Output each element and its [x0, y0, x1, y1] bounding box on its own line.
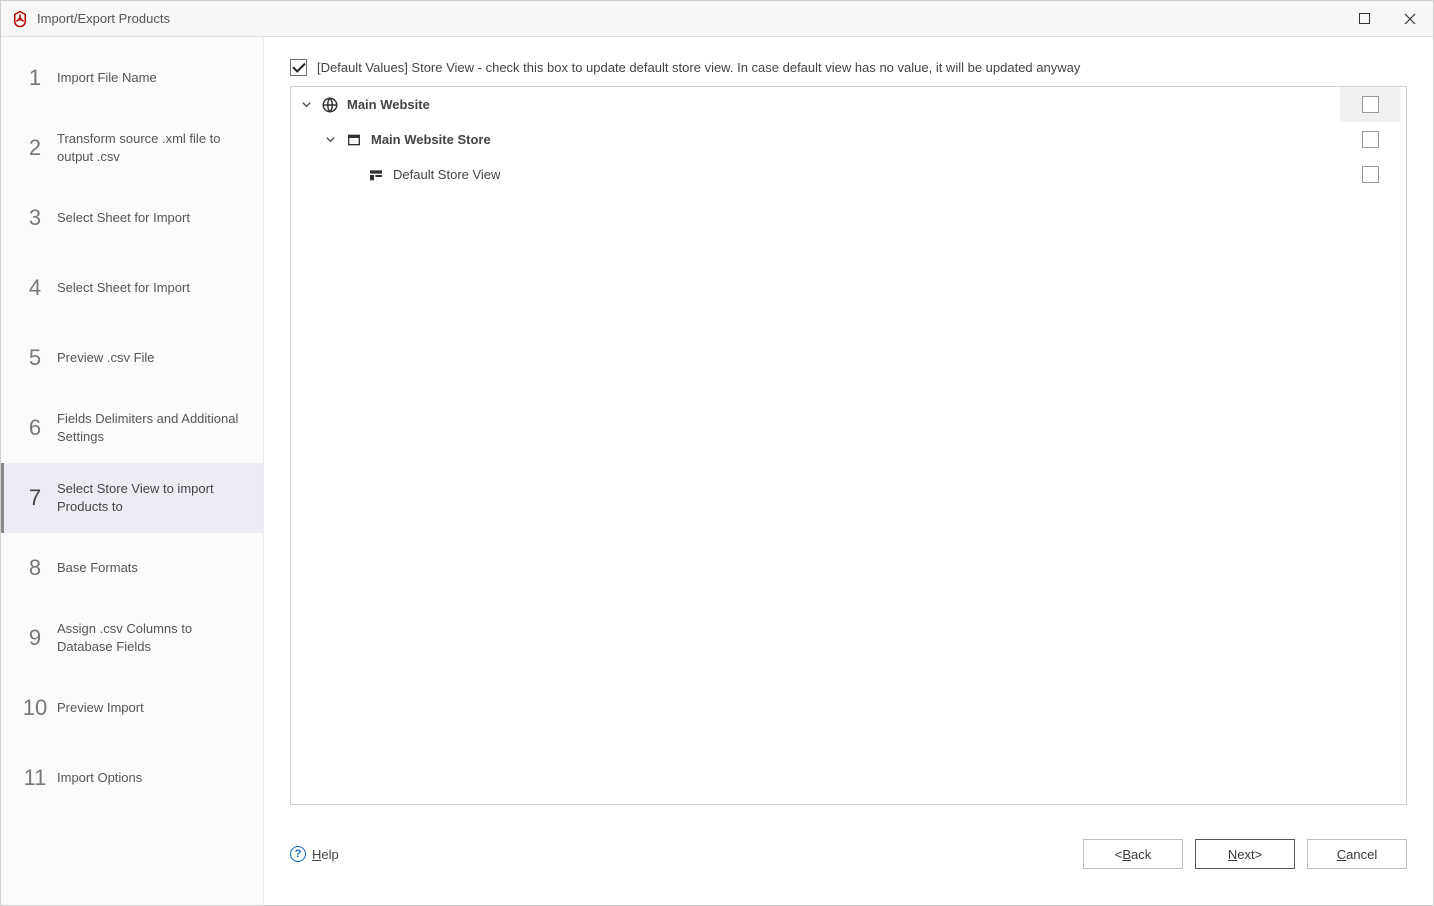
step-number: 4 — [19, 275, 51, 301]
step-number: 10 — [19, 695, 51, 721]
wizard-step-5[interactable]: 5 Preview .csv File — [1, 323, 263, 393]
step-label: Select Sheet for Import — [51, 279, 190, 297]
step-label: Base Formats — [51, 559, 138, 577]
step-number: 8 — [19, 555, 51, 581]
app-icon — [11, 10, 29, 28]
window-maximize-button[interactable] — [1341, 1, 1387, 37]
step-label: Assign .csv Columns to Database Fields — [51, 620, 251, 655]
tree-node-checkbox[interactable] — [1362, 131, 1379, 148]
title-bar: Import/Export Products — [1, 1, 1433, 37]
step-number: 7 — [19, 485, 51, 511]
store-view-tree: Main Website Main Website Store — [290, 86, 1407, 805]
wizard-content: [Default Values] Store View - check this… — [264, 37, 1433, 905]
step-number: 3 — [19, 205, 51, 231]
back-button[interactable]: < Back — [1083, 839, 1183, 869]
step-label: Transform source .xml file to output .cs… — [51, 130, 251, 165]
wizard-steps-sidebar: 1 Import File Name 2 Transform source .x… — [1, 37, 264, 905]
step-label: Import File Name — [51, 69, 157, 87]
tree-node-main-website-store[interactable]: Main Website Store — [291, 122, 1406, 157]
next-suffix: > — [1255, 847, 1263, 862]
window-icon — [345, 131, 363, 149]
step-label: Select Sheet for Import — [51, 209, 190, 227]
step-number: 1 — [19, 65, 51, 91]
tree-node-checkbox[interactable] — [1362, 166, 1379, 183]
wizard-step-4[interactable]: 4 Select Sheet for Import — [1, 253, 263, 323]
tree-node-main-website[interactable]: Main Website — [291, 87, 1406, 122]
step-number: 9 — [19, 625, 51, 651]
step-number: 11 — [19, 765, 51, 791]
wizard-step-1[interactable]: 1 Import File Name — [1, 43, 263, 113]
wizard-window: Import/Export Products 1 Import File Nam… — [0, 0, 1434, 906]
wizard-step-6[interactable]: 6 Fields Delimiters and Additional Setti… — [1, 393, 263, 463]
tree-node-default-store-view[interactable]: Default Store View — [291, 157, 1406, 192]
wizard-step-8[interactable]: 8 Base Formats — [1, 533, 263, 603]
help-label-rest: elp — [321, 847, 338, 862]
back-prefix: < — [1115, 847, 1123, 862]
chevron-down-icon[interactable] — [299, 99, 313, 110]
step-label: Fields Delimiters and Additional Setting… — [51, 410, 251, 445]
default-values-row: [Default Values] Store View - check this… — [290, 59, 1407, 76]
wizard-step-11[interactable]: 11 Import Options — [1, 743, 263, 813]
step-label: Preview .csv File — [51, 349, 155, 367]
cancel-button[interactable]: Cancel — [1307, 839, 1407, 869]
window-title: Import/Export Products — [37, 11, 170, 26]
wizard-step-7[interactable]: 7 Select Store View to import Products t… — [1, 463, 263, 533]
next-button[interactable]: Next > — [1195, 839, 1295, 869]
tree-node-label: Default Store View — [393, 167, 500, 182]
step-label: Preview Import — [51, 699, 144, 717]
tree-node-label: Main Website — [347, 97, 430, 112]
wizard-step-9[interactable]: 9 Assign .csv Columns to Database Fields — [1, 603, 263, 673]
wizard-step-2[interactable]: 2 Transform source .xml file to output .… — [1, 113, 263, 183]
globe-icon — [321, 96, 339, 114]
tree-node-checkbox[interactable] — [1362, 96, 1379, 113]
wizard-footer: ? Help < Back Next > Cancel — [290, 825, 1407, 883]
default-values-label: [Default Values] Store View - check this… — [317, 60, 1080, 75]
step-number: 6 — [19, 415, 51, 441]
help-label-first: H — [312, 847, 321, 862]
step-label: Select Store View to import Products to — [51, 480, 251, 515]
step-number: 2 — [19, 135, 51, 161]
step-number: 5 — [19, 345, 51, 371]
storefront-icon — [367, 166, 385, 184]
wizard-step-10[interactable]: 10 Preview Import — [1, 673, 263, 743]
help-link[interactable]: ? Help — [290, 846, 339, 862]
step-label: Import Options — [51, 769, 142, 787]
tree-node-label: Main Website Store — [371, 132, 491, 147]
chevron-down-icon[interactable] — [323, 134, 337, 145]
default-values-checkbox[interactable] — [290, 59, 307, 76]
wizard-step-3[interactable]: 3 Select Sheet for Import — [1, 183, 263, 253]
window-close-button[interactable] — [1387, 1, 1433, 37]
help-icon: ? — [290, 846, 306, 862]
